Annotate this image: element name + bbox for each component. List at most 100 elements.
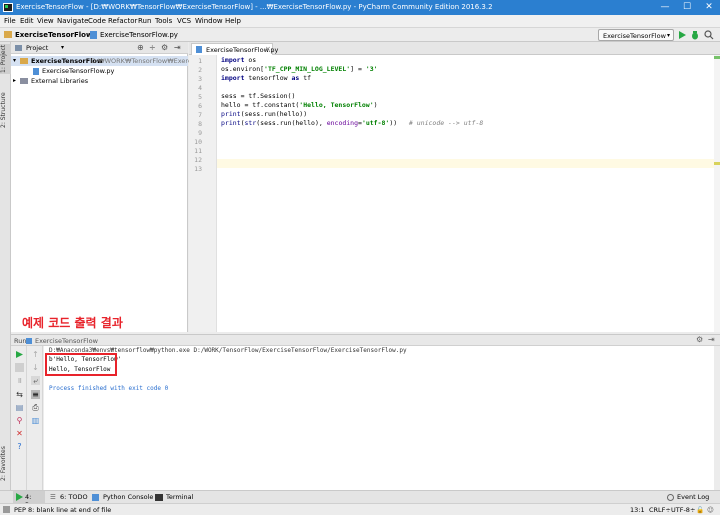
menu-navigate[interactable]: Navigate — [57, 17, 88, 25]
sync-icon[interactable]: ⊕ — [137, 43, 144, 52]
breadcrumb-file[interactable]: ExerciseTensorFlow.py — [100, 31, 178, 39]
restore-layout-icon[interactable]: ⇆ — [15, 390, 24, 399]
menu-view[interactable]: View — [37, 17, 54, 25]
line-number: 11 — [194, 147, 202, 155]
line-number: 2 — [198, 66, 202, 74]
rerun-failed-icon[interactable]: ▤ — [15, 403, 24, 412]
favorites-side-tab[interactable]: 2: Favorites — [0, 446, 11, 482]
terminal-tab[interactable]: Terminal — [166, 493, 193, 501]
inspection-ok-icon — [714, 56, 720, 59]
event-log-tab[interactable]: Event Log — [677, 493, 709, 501]
tree-row-root[interactable]: ▾ ExerciseTensorFlow D:₩WORK₩TensorFlow₩… — [11, 56, 205, 66]
folder-icon — [20, 58, 28, 64]
python-file-icon — [90, 31, 97, 39]
run-toolbar-primary: ॥ ⇆ ▤ ⚲ ✕ ? — [11, 346, 27, 490]
expand-arrow-icon[interactable]: ▸ — [13, 77, 16, 84]
run-config-tab[interactable]: ExerciseTensorFlow — [35, 337, 98, 345]
project-side-tab[interactable]: 1: Project — [0, 44, 11, 74]
hide-icon[interactable]: ⇥ — [174, 43, 181, 52]
code-line-6: hello = tf.constant('Hello, TensorFlow') — [221, 101, 378, 109]
print-icon[interactable]: ⎙ — [31, 403, 40, 412]
structure-side-tab[interactable]: 2: Structure — [0, 90, 11, 130]
python-console-tab[interactable]: Python Console — [103, 493, 153, 501]
expand-arrow-icon[interactable]: ▾ — [13, 57, 16, 64]
close-tab-icon[interactable]: × — [265, 45, 271, 53]
line-number: 13 — [194, 165, 202, 173]
menu-run[interactable]: Run — [138, 17, 151, 25]
menu-tools[interactable]: Tools — [155, 17, 172, 25]
inspector-icon[interactable]: ☺ — [707, 506, 714, 514]
hide-icon[interactable]: ⇥ — [708, 335, 715, 344]
close-icon[interactable]: ✕ — [15, 429, 24, 438]
gear-icon[interactable]: ⚙ — [696, 335, 703, 344]
pin-icon[interactable]: ⚲ — [15, 416, 24, 425]
run-console[interactable]: D:₩Anaconda3₩envs₩tensorflow₩python.exe … — [44, 346, 714, 490]
clear-all-icon[interactable]: ▥ — [31, 416, 40, 425]
close-button[interactable]: ✕ — [698, 0, 720, 15]
file-encoding[interactable]: UTF-8÷ — [671, 506, 695, 514]
status-message: PEP 8: blank line at end of file — [14, 506, 112, 514]
gear-icon[interactable]: ⚙ — [161, 43, 168, 52]
menu-window[interactable]: Window — [195, 17, 223, 25]
navigation-bar: ExerciseTensorFlow › ExerciseTensorFlow.… — [0, 28, 720, 42]
run-toolbar-secondary: ↑ ↓ ⤶ ≡ ⎙ ▥ — [27, 346, 43, 490]
line-separator[interactable]: CRLF÷ — [649, 506, 671, 514]
code-line-1: import os — [221, 56, 257, 64]
python-file-icon — [196, 46, 202, 53]
arrow-up-icon[interactable]: ↑ — [31, 350, 40, 359]
scroll-to-end-icon[interactable]: ≡ — [31, 390, 40, 399]
pause-icon[interactable]: ॥ — [15, 376, 24, 385]
project-view-select[interactable]: Project — [26, 44, 48, 52]
todo-tool-tab[interactable]: 6: TODO — [60, 493, 88, 501]
toggle-tool-windows-icon[interactable] — [3, 506, 10, 513]
editor-scrollbar[interactable] — [714, 55, 720, 332]
breadcrumb-separator-icon: › — [84, 31, 87, 39]
todo-icon: ☰ — [50, 493, 56, 501]
breadcrumb-project[interactable]: ExerciseTensorFlow — [15, 31, 92, 39]
help-icon[interactable]: ? — [15, 442, 24, 451]
code-line-2: os.environ['TF_CPP_MIN_LOG_LEVEL'] = '3' — [221, 65, 378, 73]
run-icon[interactable] — [678, 30, 687, 40]
menu-help[interactable]: Help — [225, 17, 241, 25]
title-bar: ExerciseTensorFlow - [D:₩WORK₩TensorFlow… — [0, 0, 720, 15]
python-console-icon — [92, 494, 99, 501]
terminal-icon — [155, 494, 163, 501]
collapse-icon[interactable]: ÷ — [149, 43, 156, 52]
debug-icon[interactable] — [690, 30, 700, 40]
rerun-icon[interactable] — [15, 350, 24, 359]
library-icon — [20, 78, 28, 84]
maximize-button[interactable]: ☐ — [676, 0, 698, 15]
libraries-label: External Libraries — [31, 77, 89, 85]
stop-icon[interactable] — [15, 363, 24, 372]
soft-wrap-icon[interactable]: ⤶ — [31, 376, 40, 385]
status-bar: PEP 8: blank line at end of file 13:1 CR… — [0, 503, 720, 515]
pycharm-icon — [3, 3, 13, 12]
lock-icon[interactable]: 🔓 — [696, 506, 704, 514]
menu-vcs[interactable]: VCS — [177, 17, 191, 25]
line-number: 1 — [198, 57, 202, 65]
arrow-down-icon[interactable]: ↓ — [31, 363, 40, 372]
run-tool-tab[interactable]: 4: Run — [13, 491, 45, 509]
minimize-button[interactable]: — — [654, 0, 676, 15]
warning-marker[interactable] — [714, 162, 720, 165]
event-log-icon — [667, 494, 674, 501]
run-panel-header: Run ExerciseTensorFlow ⚙ ⇥ — [11, 334, 720, 346]
line-number: 9 — [198, 129, 202, 137]
search-icon[interactable] — [704, 30, 714, 40]
menu-edit[interactable]: Edit — [20, 17, 34, 25]
code-editor[interactable]: ExerciseTensorFlow.py × 1 2 3 4 5 6 7 8 … — [189, 42, 720, 332]
menu-code[interactable]: Code — [88, 17, 106, 25]
line-number: 5 — [198, 93, 202, 101]
cursor-position[interactable]: 13:1 — [630, 506, 645, 514]
chevron-down-icon: ▾ — [666, 32, 670, 39]
root-folder-path: D:₩WORK₩TensorFlow₩ExerciseT — [91, 57, 205, 65]
line-number: 6 — [198, 102, 202, 110]
run-configuration-select[interactable]: ExerciseTensorFlow ▾ — [598, 29, 674, 41]
chevron-down-icon[interactable]: ▾ — [61, 44, 64, 51]
bottom-tool-bar: 4: Run ☰ 6: TODO Python Console Terminal… — [0, 490, 720, 509]
editor-tab[interactable]: ExerciseTensorFlow.py × — [191, 43, 278, 55]
menu-refactor[interactable]: Refactor — [108, 17, 137, 25]
code-line-8: print(str(sess.run(hello), encoding='utf… — [221, 119, 484, 127]
project-panel: Project ▾ ⊕ ÷ ⚙ ⇥ ▾ ExerciseTensorFlow D… — [11, 42, 205, 332]
menu-file[interactable]: File — [4, 17, 16, 25]
